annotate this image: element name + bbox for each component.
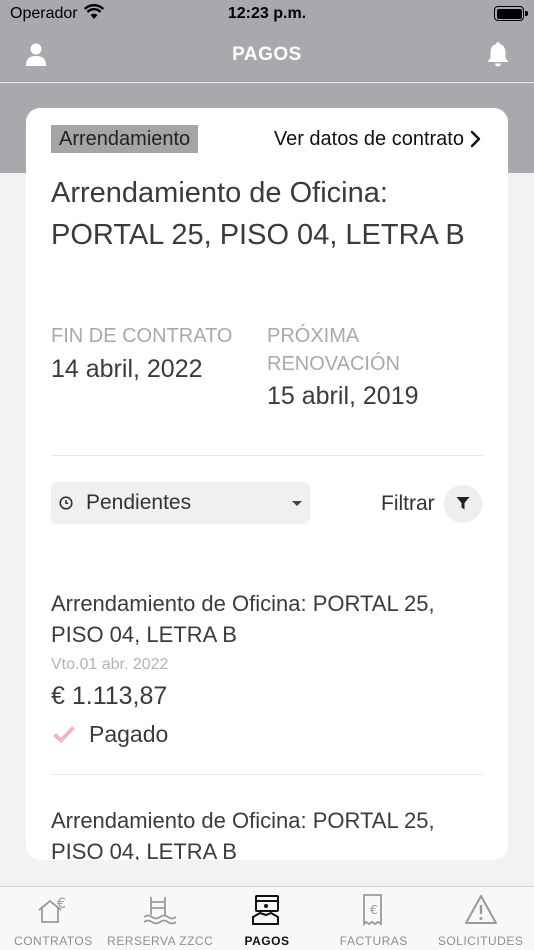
nav-bar: PAGOS — [0, 28, 534, 82]
contract-title: Arrendamiento de Oficina: PORTAL 25, PIS… — [51, 177, 465, 251]
bell-icon[interactable] — [484, 40, 512, 68]
caret-down-icon — [292, 501, 302, 506]
contract-end-block: FIN DE CONTRATO 14 abril, 2022 — [51, 322, 251, 384]
contract-end-label: FIN DE CONTRATO — [51, 325, 233, 347]
tab-label: FACTURAS — [339, 934, 408, 948]
clock-icon — [59, 496, 73, 510]
divider — [51, 455, 483, 456]
contract-type-tag: Arrendamiento — [51, 125, 199, 153]
tab-solicitudes[interactable]: SOLICITUDES — [427, 887, 534, 950]
svg-text:€: € — [370, 903, 378, 917]
payment-item[interactable]: Arrendamiento de Oficina: PORTAL 25, PIS… — [51, 588, 491, 750]
tab-label: RERSERVA ZZCC — [107, 934, 214, 948]
invoice-icon: € — [362, 894, 382, 927]
tab-reserva-zzcc[interactable]: RERSERVA ZZCC — [107, 887, 214, 950]
payment-item[interactable]: Arrendamiento de Oficina: PORTAL 25, PIS… — [51, 805, 491, 860]
tab-label: SOLICITUDES — [437, 934, 524, 948]
filter-button[interactable] — [444, 485, 482, 523]
payment-icon — [251, 895, 279, 925]
clock-time: 12:23 p.m. — [227, 5, 307, 22]
contract-end-value: 14 abril, 2022 — [51, 355, 203, 383]
check-icon — [53, 726, 75, 743]
status-dropdown[interactable]: Pendientes — [51, 482, 310, 524]
tab-label: CONTRATOS — [14, 934, 93, 948]
tab-contratos[interactable]: € CONTRATOS — [0, 887, 107, 950]
payment-title: Arrendamiento de Oficina: PORTAL 25, PIS… — [51, 591, 435, 647]
pool-icon — [143, 897, 177, 925]
tab-facturas[interactable]: € FACTURAS — [320, 887, 427, 950]
filter-label[interactable]: Filtrar — [381, 492, 435, 516]
payment-status-label: Pagado — [89, 720, 169, 747]
page-title: PAGOS — [232, 44, 302, 65]
renewal-value: 15 abril, 2019 — [267, 382, 419, 410]
payment-title: Arrendamiento de Oficina: PORTAL 25, PIS… — [51, 808, 435, 860]
divider — [51, 774, 483, 775]
warning-icon — [464, 895, 497, 924]
payment-due-date: Vto.01 abr. 2022 — [51, 656, 169, 673]
view-contract-link[interactable]: Ver datos de contrato — [274, 125, 482, 153]
renewal-block: PRÓXIMA RENOVACIÓN 15 abril, 2019 — [267, 322, 487, 411]
status-bar: Operador 12:23 p.m. — [0, 0, 534, 28]
tab-label: PAGOS — [244, 934, 290, 948]
renewal-label: PRÓXIMA RENOVACIÓN — [267, 325, 400, 375]
battery-icon — [494, 6, 528, 21]
svg-text:€: € — [57, 896, 66, 912]
tab-pagos[interactable]: PAGOS — [214, 887, 321, 950]
contract-card: Arrendamiento Ver datos de contrato Arre… — [26, 108, 508, 860]
status-dropdown-value: Pendientes — [86, 491, 192, 514]
payment-status: Pagado — [51, 718, 491, 750]
house-euro-icon: € — [38, 896, 66, 923]
tab-bar: € CONTRATOS RERSERVA ZZCC PAGOS € FACTUR… — [0, 886, 534, 950]
funnel-icon — [456, 497, 470, 510]
chevron-right-icon — [470, 130, 481, 148]
payment-amount: € 1.113,87 — [51, 682, 168, 710]
view-contract-label: Ver datos de contrato — [273, 128, 464, 150]
